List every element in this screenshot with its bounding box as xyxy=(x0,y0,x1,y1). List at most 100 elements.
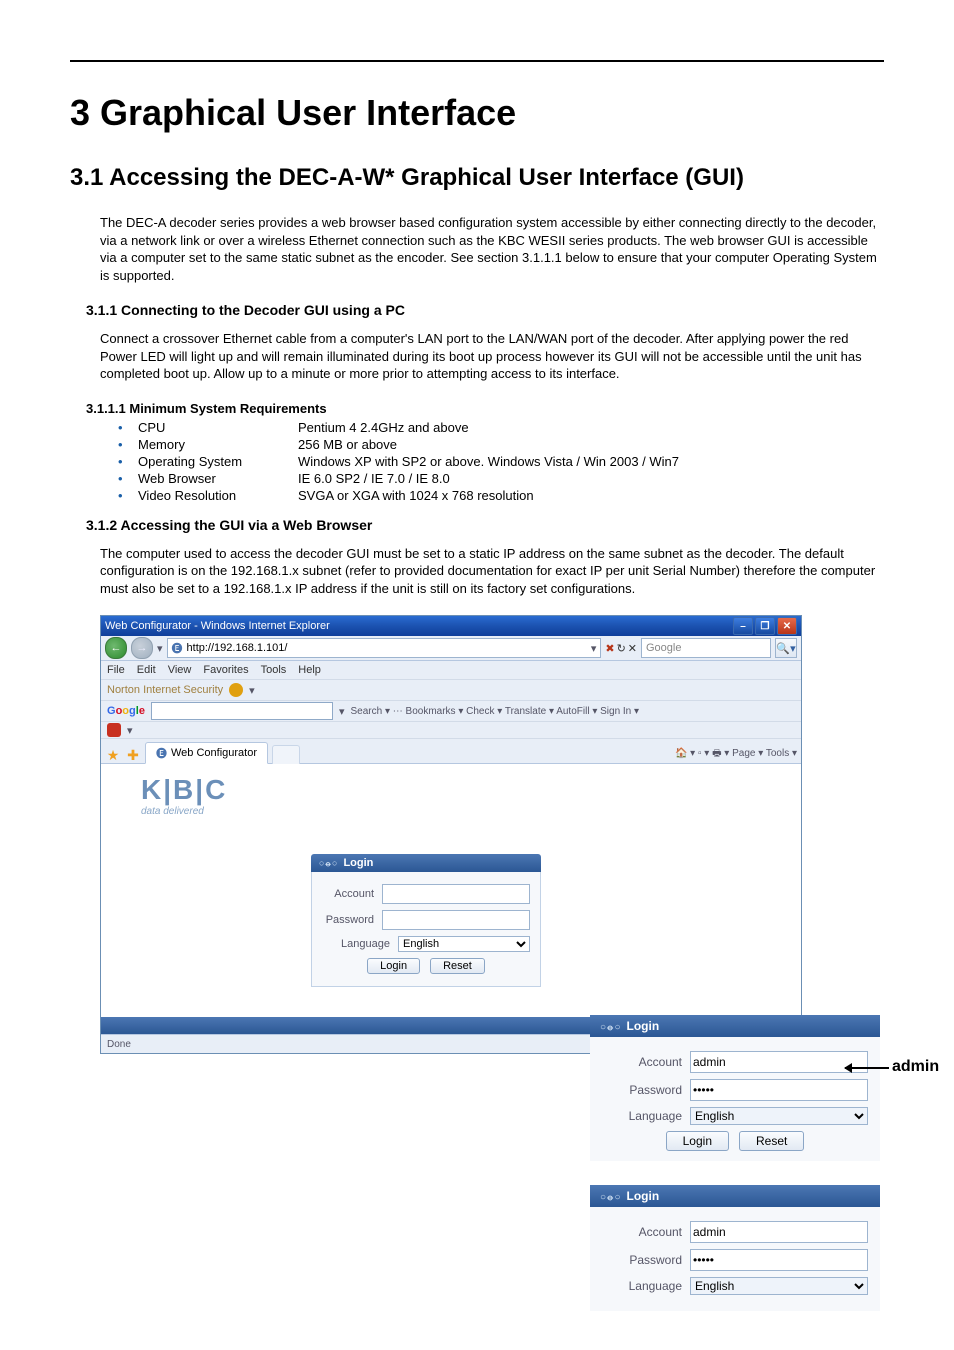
inset-reset-button[interactable]: Reset xyxy=(739,1131,804,1151)
requirement-value: IE 6.0 SP2 / IE 7.0 / IE 8.0 xyxy=(298,471,884,486)
close-button[interactable]: ✕ xyxy=(777,617,797,635)
page-icon: 🅔 xyxy=(172,640,183,656)
google-logo[interactable]: Google xyxy=(107,705,145,717)
minimize-button[interactable]: – xyxy=(733,617,753,635)
subsection-3-1-2-title: 3.1.2 Accessing the GUI via a Web Browse… xyxy=(86,517,884,533)
back-button[interactable]: ← xyxy=(105,637,127,659)
menu-bar: File Edit View Favorites Tools Help xyxy=(101,661,801,680)
bullet-icon: • xyxy=(118,420,138,435)
page-tools[interactable]: 🏠 ▾ ▫ ▾ 🖶 ▾ Page ▾ Tools ▾ xyxy=(675,746,797,763)
requirement-row: • Web Browser IE 6.0 SP2 / IE 7.0 / IE 8… xyxy=(118,471,884,486)
callout-arrow-icon xyxy=(845,1067,889,1069)
requirement-value: SVGA or XGA with 1024 x 768 resolution xyxy=(298,488,884,503)
search-provider-dropdown[interactable]: ✖↻✕ xyxy=(605,642,637,655)
login-header: Login xyxy=(311,854,541,872)
forward-button[interactable]: → xyxy=(131,637,153,659)
tab-label: Web Configurator xyxy=(171,747,257,759)
inset-account-input[interactable] xyxy=(690,1051,868,1073)
intro-paragraph: The DEC-A decoder series provides a web … xyxy=(100,214,884,284)
login-button[interactable]: Login xyxy=(367,958,420,974)
login-inset-filled: Login Account Password Language English … xyxy=(590,1015,880,1161)
norton-label[interactable]: Norton Internet Security xyxy=(107,684,223,696)
search-button[interactable]: 🔍▾ xyxy=(775,638,797,658)
kbc-logo: K|B|C data delivered xyxy=(141,774,227,817)
new-tab-button[interactable] xyxy=(272,745,300,764)
chapter-title: 3 Graphical User Interface xyxy=(70,92,884,134)
window-titlebar[interactable]: Web Configurator - Windows Internet Expl… xyxy=(101,616,801,636)
requirement-value: 256 MB or above xyxy=(298,437,884,452)
requirement-value: Windows XP with SP2 or above. Windows Vi… xyxy=(298,454,884,469)
menu-file[interactable]: File xyxy=(107,664,125,676)
bullet-icon: • xyxy=(118,437,138,452)
address-bar[interactable]: 🅔 http://192.168.1.101/ ▾ xyxy=(167,638,602,658)
tab-favicon-icon: 🅔 xyxy=(156,745,167,761)
inset-password-label: Password xyxy=(602,1083,690,1097)
snagit-toolbar: ▾ xyxy=(101,722,801,739)
inset2-language-label: Language xyxy=(602,1279,690,1293)
password-input[interactable] xyxy=(382,910,530,930)
account-label: Account xyxy=(322,888,382,900)
search-box[interactable]: Google xyxy=(641,638,771,658)
login-inset-header: Login xyxy=(590,1015,880,1037)
page-content: K|B|C data delivered Login Account Passw… xyxy=(101,764,801,1034)
inset-language-label: Language xyxy=(602,1109,690,1123)
requirement-label: Operating System xyxy=(138,454,298,469)
requirement-row: • Operating System Windows XP with SP2 o… xyxy=(118,454,884,469)
menu-edit[interactable]: Edit xyxy=(137,664,156,676)
address-toolbar: ← → ▾ 🅔 http://192.168.1.101/ ▾ ✖↻✕ Goog… xyxy=(101,636,801,661)
norton-icon[interactable] xyxy=(229,683,243,697)
inset2-account-label: Account xyxy=(602,1225,690,1239)
requirement-label: Web Browser xyxy=(138,471,298,486)
inset-password-input[interactable] xyxy=(690,1079,868,1101)
norton-toolbar: Norton Internet Security ▾ xyxy=(101,680,801,701)
google-tools[interactable]: Search ▾ ⋯ Bookmarks ▾ Check ▾ Translate… xyxy=(350,706,795,717)
account-input[interactable] xyxy=(382,884,530,904)
requirement-row: • Memory 256 MB or above xyxy=(118,437,884,452)
requirement-label: CPU xyxy=(138,420,298,435)
inset-login-button[interactable]: Login xyxy=(666,1131,729,1151)
window-title: Web Configurator - Windows Internet Expl… xyxy=(105,620,731,632)
status-text: Done xyxy=(107,1039,131,1050)
requirement-label: Memory xyxy=(138,437,298,452)
login-inset-filled-2: Login Account Password Language English xyxy=(590,1185,880,1311)
requirements-list: • CPU Pentium 4 2.4GHz and above • Memor… xyxy=(118,420,884,503)
active-tab[interactable]: 🅔 Web Configurator xyxy=(145,742,268,764)
bullet-icon: • xyxy=(118,471,138,486)
tab-bar: ★ ✚ 🅔 Web Configurator 🏠 ▾ ▫ ▾ 🖶 ▾ Page … xyxy=(101,739,801,764)
login-inset-header-2: Login xyxy=(590,1185,880,1207)
requirement-row: • Video Resolution SVGA or XGA with 1024… xyxy=(118,488,884,503)
inset-language-select[interactable]: English xyxy=(690,1107,868,1125)
favorites-star-icon[interactable]: ★ xyxy=(105,747,121,763)
browser-window: Web Configurator - Windows Internet Expl… xyxy=(100,615,802,1054)
subsection-3-1-1-paragraph: Connect a crossover Ethernet cable from … xyxy=(100,330,884,383)
menu-tools[interactable]: Tools xyxy=(261,664,287,676)
section-title: 3.1 Accessing the DEC-A-W* Graphical Use… xyxy=(70,164,884,192)
inset2-password-label: Password xyxy=(602,1253,690,1267)
requirement-value: Pentium 4 2.4GHz and above xyxy=(298,420,884,435)
google-toolbar: Google ▾ Search ▾ ⋯ Bookmarks ▾ Check ▾ … xyxy=(101,701,801,722)
subsection-3-1-2-paragraph: The computer used to access the decoder … xyxy=(100,545,884,598)
language-label: Language xyxy=(322,938,398,950)
address-url: http://192.168.1.101/ xyxy=(187,642,288,654)
reset-button[interactable]: Reset xyxy=(430,958,485,974)
add-favorite-icon[interactable]: ✚ xyxy=(125,747,141,763)
maximize-button[interactable]: ❐ xyxy=(755,617,775,635)
inset2-language-select[interactable]: English xyxy=(690,1277,868,1295)
inset-account-label: Account xyxy=(602,1055,690,1069)
login-panel: Login Account Password Language English xyxy=(311,854,541,987)
menu-help[interactable]: Help xyxy=(298,664,321,676)
menu-favorites[interactable]: Favorites xyxy=(203,664,248,676)
password-label: Password xyxy=(322,914,382,926)
inset2-password-input[interactable] xyxy=(690,1249,868,1271)
inset2-account-input[interactable] xyxy=(690,1221,868,1243)
admin-callout-label: admin xyxy=(892,1058,939,1076)
snagit-icon[interactable] xyxy=(107,723,121,737)
google-search-box[interactable] xyxy=(151,702,333,720)
language-select[interactable]: English xyxy=(398,936,530,952)
subsection-3-1-1-1-title: 3.1.1.1 Minimum System Requirements xyxy=(86,401,884,416)
menu-view[interactable]: View xyxy=(168,664,192,676)
bullet-icon: • xyxy=(118,454,138,469)
requirement-row: • CPU Pentium 4 2.4GHz and above xyxy=(118,420,884,435)
bullet-icon: • xyxy=(118,488,138,503)
subsection-3-1-1-title: 3.1.1 Connecting to the Decoder GUI usin… xyxy=(86,302,884,318)
